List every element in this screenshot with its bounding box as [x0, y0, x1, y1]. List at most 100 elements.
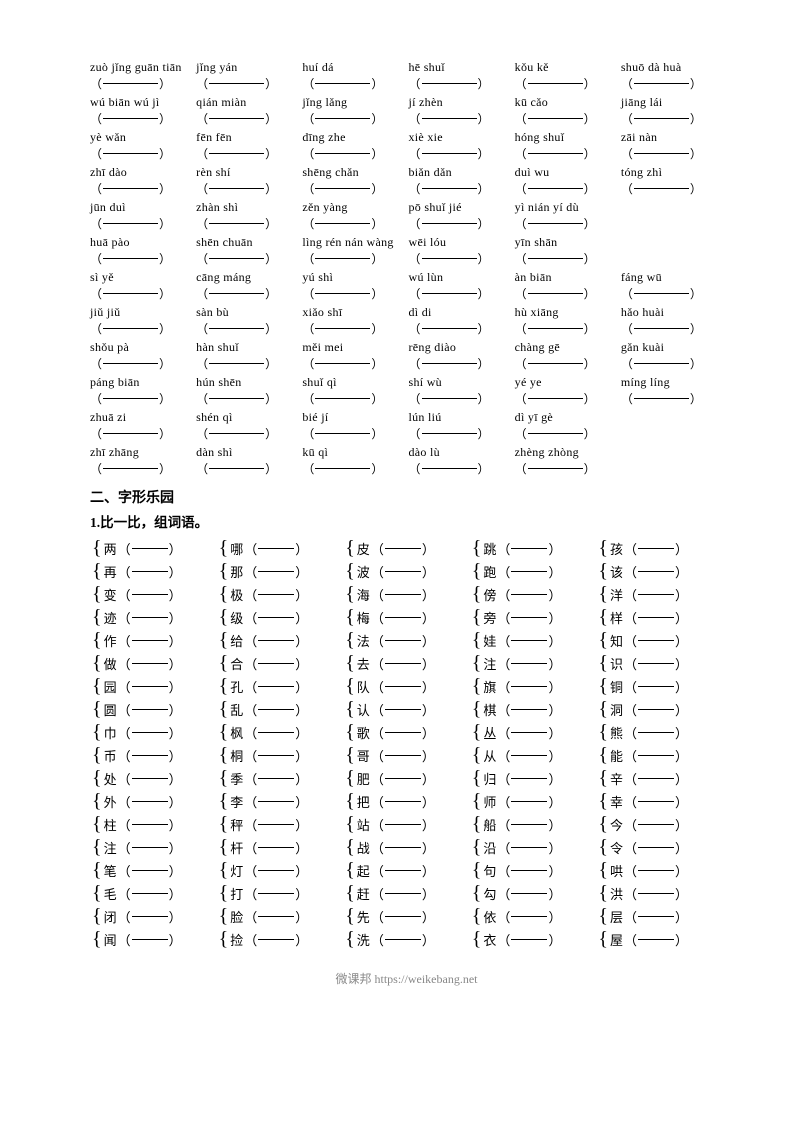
bracket-left-icon: {: [219, 929, 229, 949]
blank-line: （）: [515, 75, 617, 92]
fill-line: [511, 686, 547, 687]
pinyin-cell-6-5: fáng wū（）: [621, 270, 723, 302]
char-cell-7-3: {棋（）: [470, 698, 597, 720]
pinyin-text: zhī dào: [90, 165, 192, 180]
paren-open: （: [371, 884, 384, 903]
bracket-left-icon: {: [219, 607, 229, 627]
bracket-left-icon: {: [92, 929, 102, 949]
paren-close: ）: [548, 539, 561, 558]
paren-close: ）: [295, 907, 308, 926]
pinyin-cell-3-3: biǎn dǎn（）: [408, 165, 510, 197]
blank-line: （）: [621, 180, 723, 197]
char-cell-16-3: {依（）: [470, 905, 597, 927]
char-text: 层: [610, 907, 623, 926]
paren-close: ）: [675, 608, 688, 627]
blank-line: （）: [515, 250, 617, 267]
paren-close: ）: [422, 861, 435, 880]
pinyin-cell-10-1: shén qì（）: [196, 410, 298, 442]
char-cell-17-3: {衣（）: [470, 928, 597, 950]
paren-open: （: [118, 654, 131, 673]
fill-line: [132, 548, 168, 549]
pinyin-text: sì yě: [90, 270, 192, 285]
pinyin-cell-3-0: zhī dào（）: [90, 165, 192, 197]
paren-close: ）: [295, 930, 308, 949]
fill-line: [132, 640, 168, 641]
paren-close: ）: [422, 677, 435, 696]
char-cell-13-3: {沿（）: [470, 836, 597, 858]
bracket-left-icon: {: [92, 584, 102, 604]
char-text: 作: [104, 631, 117, 650]
pinyin-cell-11-1: dàn shì（）: [196, 445, 298, 477]
char-text: 注: [104, 838, 117, 857]
pinyin-cell-0-0: zuò jǐng guān tiān（）: [90, 60, 192, 92]
char-text: 那: [230, 562, 243, 581]
char-cell-16-4: {层（）: [596, 905, 723, 927]
blank-line: （）: [90, 145, 192, 162]
paren-close: ）: [675, 838, 688, 857]
char-text: 秤: [230, 815, 243, 834]
paren-open: （: [371, 769, 384, 788]
fill-line: [385, 571, 421, 572]
fill-line: [258, 571, 294, 572]
pinyin-cell-8-0: shǒu pà（）: [90, 340, 192, 372]
paren-open: （: [497, 654, 510, 673]
paren-close: ）: [422, 930, 435, 949]
paren-open: （: [624, 930, 637, 949]
char-text: 法: [357, 631, 370, 650]
bracket-left-icon: {: [92, 561, 102, 581]
pinyin-row-1: wú biān wú jì（）qián miàn（）jǐng lǎng（）jí …: [90, 95, 723, 127]
fill-line: [258, 617, 294, 618]
paren-close: ）: [675, 562, 688, 581]
bracket-left-icon: {: [345, 630, 355, 650]
char-text: 旗: [483, 677, 496, 696]
pinyin-row-0: zuò jǐng guān tiān（）jǐng yán（）huí dá（）hē…: [90, 60, 723, 92]
char-text: 把: [357, 792, 370, 811]
char-text: 梅: [357, 608, 370, 627]
blank-line: （）: [302, 250, 404, 267]
pinyin-text: lún liú: [408, 410, 510, 425]
pinyin-text: huí dá: [302, 60, 404, 75]
bracket-left-icon: {: [472, 837, 482, 857]
paren-open: （: [624, 700, 637, 719]
pinyin-cell-4-0: jūn duì（）: [90, 200, 192, 232]
fill-line: [511, 870, 547, 871]
pinyin-cell-0-3: hē shuǐ（）: [408, 60, 510, 92]
char-cell-2-3: {傍（）: [470, 583, 597, 605]
bracket-left-icon: {: [345, 676, 355, 696]
paren-close: ）: [548, 838, 561, 857]
paren-open: （: [371, 562, 384, 581]
char-cell-12-2: {站（）: [343, 813, 470, 835]
blank-line: （）: [408, 75, 510, 92]
pinyin-cell-9-3: shí wù（）: [408, 375, 510, 407]
pinyin-cell-2-5: zāi nàn（）: [621, 130, 723, 162]
paren-open: （: [244, 562, 257, 581]
pinyin-text: míng líng: [621, 375, 723, 390]
fill-line: [385, 801, 421, 802]
bracket-left-icon: {: [219, 676, 229, 696]
paren-close: ）: [548, 884, 561, 903]
paren-open: （: [118, 631, 131, 650]
char-cell-0-4: {孩（）: [596, 537, 723, 559]
paren-open: （: [244, 539, 257, 558]
char-cell-1-3: {跑（）: [470, 560, 597, 582]
paren-open: （: [118, 861, 131, 880]
char-cell-9-2: {哥（）: [343, 744, 470, 766]
blank-line: （）: [302, 425, 404, 442]
paren-open: （: [118, 746, 131, 765]
pinyin-cell-11-4: zhèng zhòng（）: [515, 445, 617, 477]
blank-line: （）: [515, 180, 617, 197]
paren-open: （: [497, 884, 510, 903]
char-cell-3-2: {梅（）: [343, 606, 470, 628]
fill-line: [385, 594, 421, 595]
char-cell-0-0: {两（）: [90, 537, 217, 559]
char-cell-14-0: {笔（）: [90, 859, 217, 881]
pinyin-text: yú shì: [302, 270, 404, 285]
char-text: 娃: [483, 631, 496, 650]
paren-close: ）: [169, 907, 182, 926]
bracket-left-icon: {: [219, 745, 229, 765]
char-cell-17-0: {闻（）: [90, 928, 217, 950]
pinyin-text: dì yī gè: [515, 410, 617, 425]
paren-close: ）: [295, 723, 308, 742]
char-cell-7-4: {洞（）: [596, 698, 723, 720]
pinyin-text: fáng wū: [621, 270, 723, 285]
